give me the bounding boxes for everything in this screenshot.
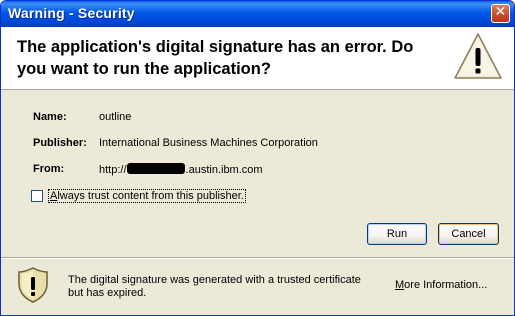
title-bar[interactable]: Warning - Security ✕ — [1, 1, 514, 27]
from-suffix: .austin.ibm.com — [185, 164, 263, 176]
close-icon: ✕ — [494, 4, 507, 20]
name-label: Name: — [33, 111, 67, 123]
run-button[interactable]: Run — [367, 223, 427, 245]
publisher-value: International Business Machines Corporat… — [99, 137, 318, 149]
cancel-button[interactable]: Cancel — [438, 223, 499, 245]
dialog-header: The application's digital signature has … — [1, 27, 514, 90]
name-value: outline — [99, 111, 132, 123]
from-prefix: http:// — [99, 164, 127, 176]
more-information-link[interactable]: More Information... — [395, 279, 487, 291]
trust-publisher-label[interactable]: Always trust content from this publisher… — [48, 189, 246, 203]
publisher-label: Publisher: — [33, 137, 87, 149]
from-label: From: — [33, 163, 65, 175]
security-warning-dialog: Warning - Security ✕ The application's d… — [0, 0, 515, 316]
shield-warning-icon — [17, 267, 49, 308]
close-button[interactable]: ✕ — [491, 4, 510, 23]
redaction-mark — [126, 163, 185, 174]
trust-publisher-checkbox[interactable] — [31, 190, 43, 202]
signature-status-message: The digital signature was generated with… — [68, 274, 361, 299]
warning-message: The application's digital signature has … — [17, 38, 414, 78]
window-title: Warning - Security — [8, 5, 135, 21]
from-value: http:// .austin.ibm.com — [99, 163, 263, 176]
warning-triangle-icon — [452, 31, 504, 88]
footer-divider — [1, 257, 514, 259]
